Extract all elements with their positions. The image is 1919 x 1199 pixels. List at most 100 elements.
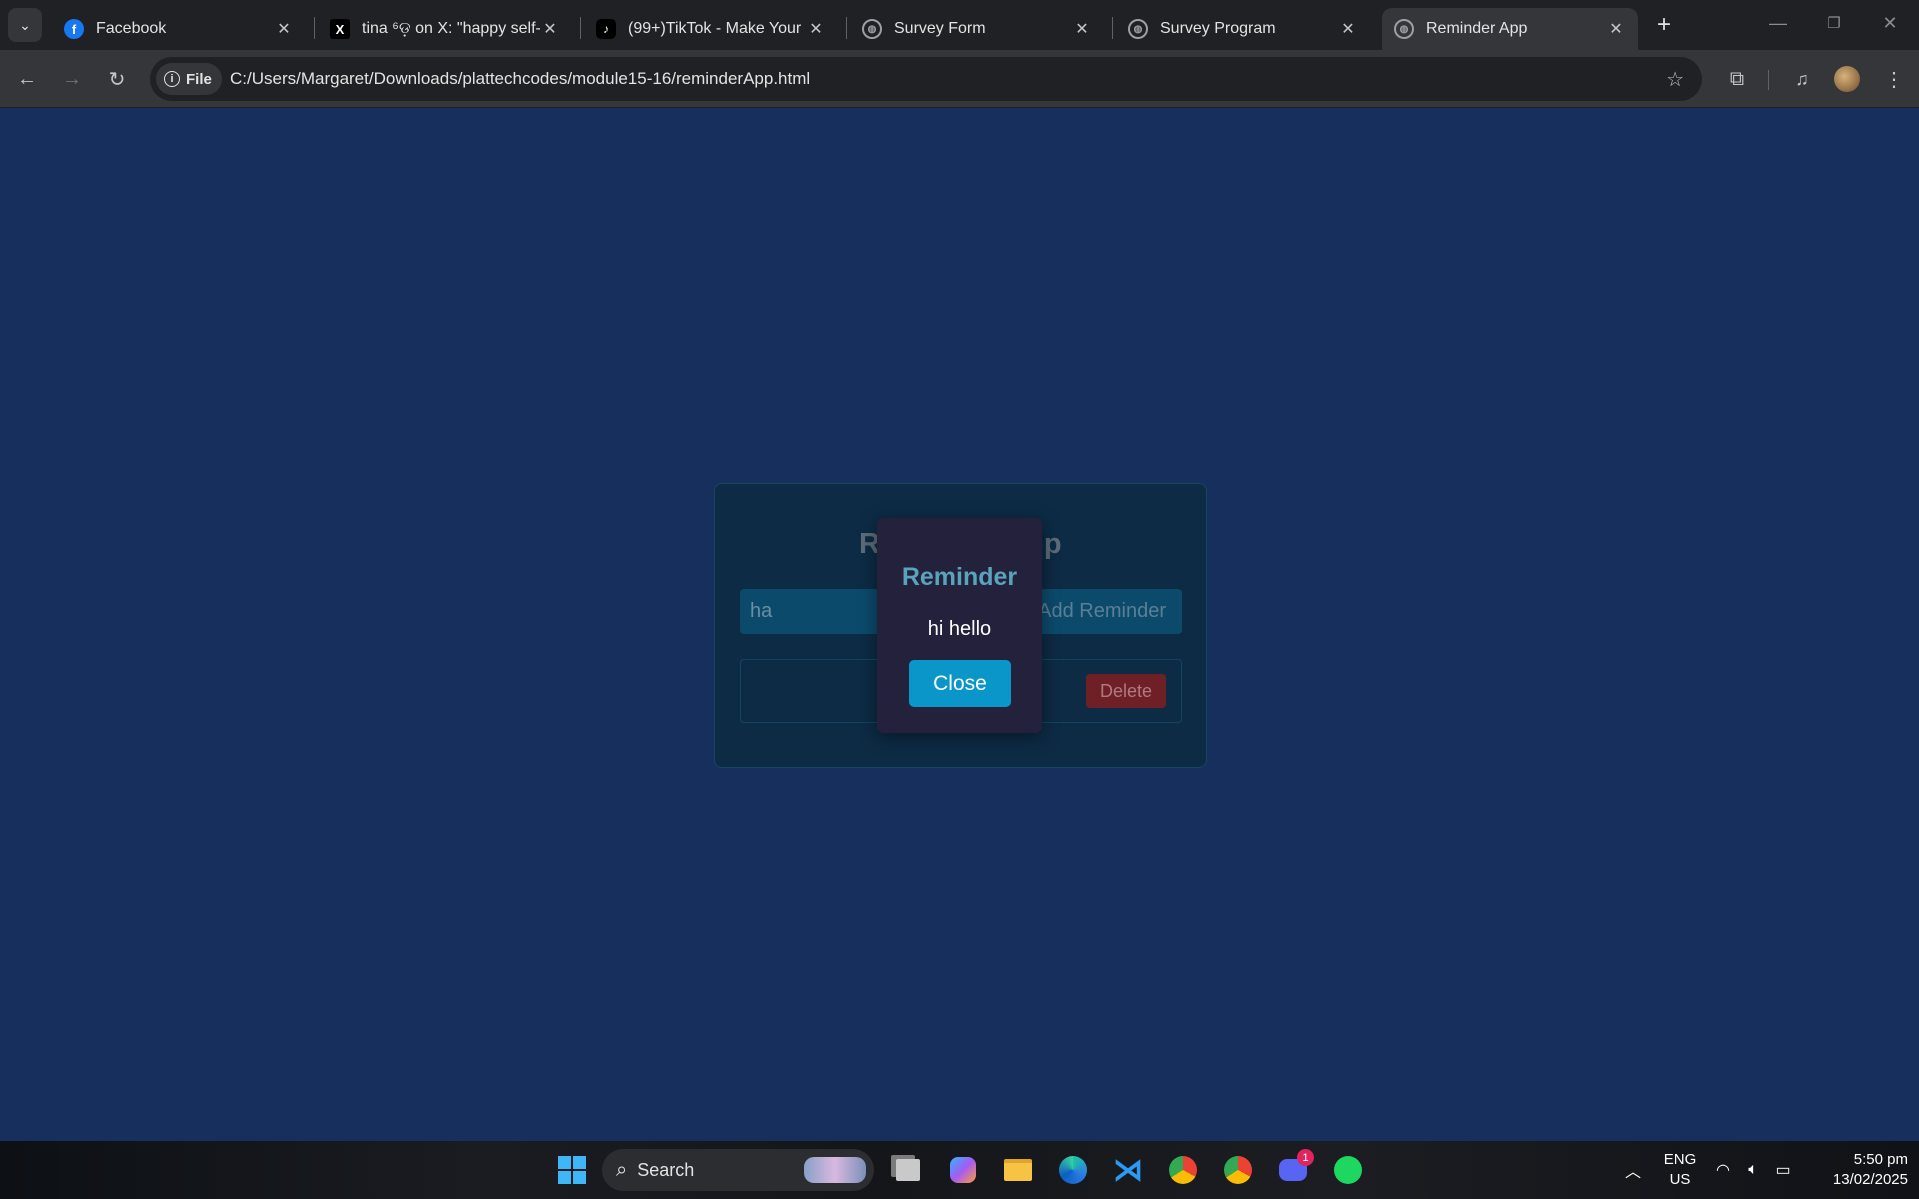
- more-vertical-icon: ⋮: [1884, 68, 1904, 91]
- clock-date: 13/02/2025: [1832, 1171, 1908, 1188]
- plus-icon: +: [1656, 11, 1671, 38]
- tab-separator: [580, 17, 581, 39]
- taskbar: ⌕ Search ⋊ 1 ︿ ENG US ◠ 🔈︎ ▭ 5:50 pm 13/…: [0, 1141, 1919, 1199]
- modal-close-button[interactable]: Close: [909, 660, 1011, 707]
- search-highlight-icon: [804, 1157, 866, 1183]
- arrow-right-icon: →: [62, 67, 82, 90]
- edge-app[interactable]: [1055, 1152, 1091, 1188]
- close-icon[interactable]: ✕: [274, 19, 294, 39]
- chevron-down-icon: ⌄: [19, 16, 31, 33]
- toolbar-divider: [1768, 70, 1769, 90]
- forward-button[interactable]: →: [55, 62, 89, 96]
- region-label: US: [1669, 1171, 1691, 1188]
- language-indicator[interactable]: ENG US: [1660, 1150, 1700, 1190]
- tab-title: Reminder App: [1426, 20, 1528, 37]
- profile-avatar[interactable]: [1834, 66, 1860, 92]
- search-icon: ⌕: [616, 1158, 628, 1181]
- site-info-chip[interactable]: i File: [156, 63, 222, 95]
- info-icon: i: [164, 71, 180, 87]
- tab-separator: [846, 17, 847, 39]
- reload-button[interactable]: ↻: [100, 62, 134, 96]
- reload-icon: ↻: [108, 68, 126, 91]
- start-button[interactable]: [554, 1152, 590, 1188]
- tab-title: Facebook: [96, 20, 167, 37]
- facebook-icon: f: [64, 19, 84, 39]
- clock-time: 5:50 pm: [1853, 1151, 1908, 1168]
- tab-title: Survey Program: [1160, 20, 1276, 37]
- tab-strip: ⌄ f Facebook ✕ X tina ⁶ଡ଼ on X: "happy s…: [0, 0, 1919, 50]
- clock[interactable]: 5:50 pm 13/02/2025: [1808, 1150, 1908, 1190]
- chrome-profile-app[interactable]: [1165, 1152, 1201, 1188]
- chrome-icon: [1224, 1156, 1252, 1184]
- task-view-button[interactable]: [890, 1152, 926, 1188]
- extensions-button[interactable]: ⧉: [1720, 62, 1754, 96]
- copilot-app[interactable]: [945, 1152, 981, 1188]
- wifi-icon: ◠: [1716, 1162, 1730, 1179]
- close-window-button[interactable]: ✕: [1870, 8, 1910, 38]
- tab-separator: [1112, 17, 1113, 39]
- minimize-button[interactable]: —: [1758, 8, 1798, 38]
- chrome-app[interactable]: [1220, 1152, 1256, 1188]
- vscode-app[interactable]: ⋊: [1110, 1152, 1146, 1188]
- minimize-icon: —: [1769, 12, 1787, 33]
- chrome-icon: [1169, 1156, 1197, 1184]
- taskbar-search[interactable]: ⌕ Search: [602, 1149, 874, 1191]
- bookmark-star-icon[interactable]: ☆: [1666, 67, 1684, 92]
- wifi-status[interactable]: ◠: [1710, 1152, 1736, 1188]
- language-label: ENG: [1663, 1151, 1697, 1168]
- add-reminder-button[interactable]: Add Reminder: [1035, 589, 1182, 634]
- chevron-up-icon: ︿: [1624, 1164, 1641, 1181]
- delete-button[interactable]: Delete: [1086, 674, 1166, 708]
- tiktok-icon: ♪: [596, 19, 616, 39]
- restore-button[interactable]: ❐: [1814, 8, 1854, 38]
- edge-icon: [1059, 1156, 1087, 1184]
- globe-icon: ◍: [1394, 19, 1414, 39]
- folder-icon: [1004, 1159, 1032, 1181]
- tab-survey-form[interactable]: ◍ Survey Form ✕: [850, 8, 1104, 50]
- puzzle-icon: ⧉: [1729, 67, 1745, 90]
- restore-icon: ❐: [1827, 15, 1841, 32]
- vscode-icon: ⋊: [1113, 1153, 1143, 1187]
- url-text[interactable]: C:/Users/Margaret/Downloads/plattechcode…: [230, 69, 810, 89]
- tab-facebook[interactable]: f Facebook ✕: [52, 8, 306, 50]
- x-icon: X: [330, 19, 350, 39]
- copilot-icon: [950, 1157, 976, 1183]
- close-icon: ✕: [1882, 12, 1898, 33]
- close-icon[interactable]: ✕: [806, 19, 826, 39]
- spotify-icon: [1334, 1156, 1362, 1184]
- modal-title: Reminder: [901, 563, 1018, 591]
- volume-status[interactable]: 🔈︎: [1742, 1152, 1764, 1188]
- show-hidden-icons-button[interactable]: ︿: [1615, 1152, 1651, 1188]
- taskbar-search-label: Search: [637, 1159, 695, 1180]
- tab-title: (99+)TikTok - Make Your D: [628, 20, 806, 37]
- close-icon[interactable]: ✕: [1338, 19, 1358, 39]
- modal-message: hi hello: [927, 618, 992, 640]
- tab-x[interactable]: X tina ⁶ଡ଼ on X: "happy self-l ✕: [318, 8, 572, 50]
- reminder-modal: Reminder hi hello Close: [877, 518, 1042, 733]
- battery-status[interactable]: ▭: [1770, 1152, 1796, 1188]
- close-icon[interactable]: ✕: [540, 19, 560, 39]
- tab-tiktok[interactable]: ♪ (99+)TikTok - Make Your D ✕: [584, 8, 838, 50]
- close-icon[interactable]: ✕: [1606, 19, 1626, 39]
- windows-icon: [558, 1156, 586, 1184]
- arrow-left-icon: ←: [17, 67, 37, 90]
- file-explorer-app[interactable]: [1000, 1152, 1036, 1188]
- close-icon[interactable]: ✕: [1072, 19, 1092, 39]
- menu-button[interactable]: ⋮: [1877, 62, 1911, 96]
- tab-title: Survey Form: [894, 20, 986, 37]
- task-view-icon: [896, 1159, 920, 1181]
- battery-icon: ▭: [1775, 1162, 1791, 1179]
- tab-survey-program[interactable]: ◍ Survey Program ✕: [1116, 8, 1370, 50]
- tab-search-button[interactable]: ⌄: [8, 8, 42, 42]
- new-tab-button[interactable]: +: [1649, 10, 1679, 40]
- site-info-label: File: [186, 70, 212, 88]
- notification-badge: 1: [1297, 1149, 1314, 1166]
- globe-icon: ◍: [1128, 19, 1148, 39]
- tab-separator: [314, 17, 315, 39]
- spotify-app[interactable]: [1330, 1152, 1366, 1188]
- address-bar[interactable]: i File C:/Users/Margaret/Downloads/platt…: [150, 57, 1702, 101]
- globe-icon: ◍: [862, 19, 882, 39]
- tab-reminder-app[interactable]: ◍ Reminder App ✕: [1382, 8, 1638, 50]
- back-button[interactable]: ←: [10, 62, 44, 96]
- media-control-button[interactable]: ♫: [1785, 62, 1819, 96]
